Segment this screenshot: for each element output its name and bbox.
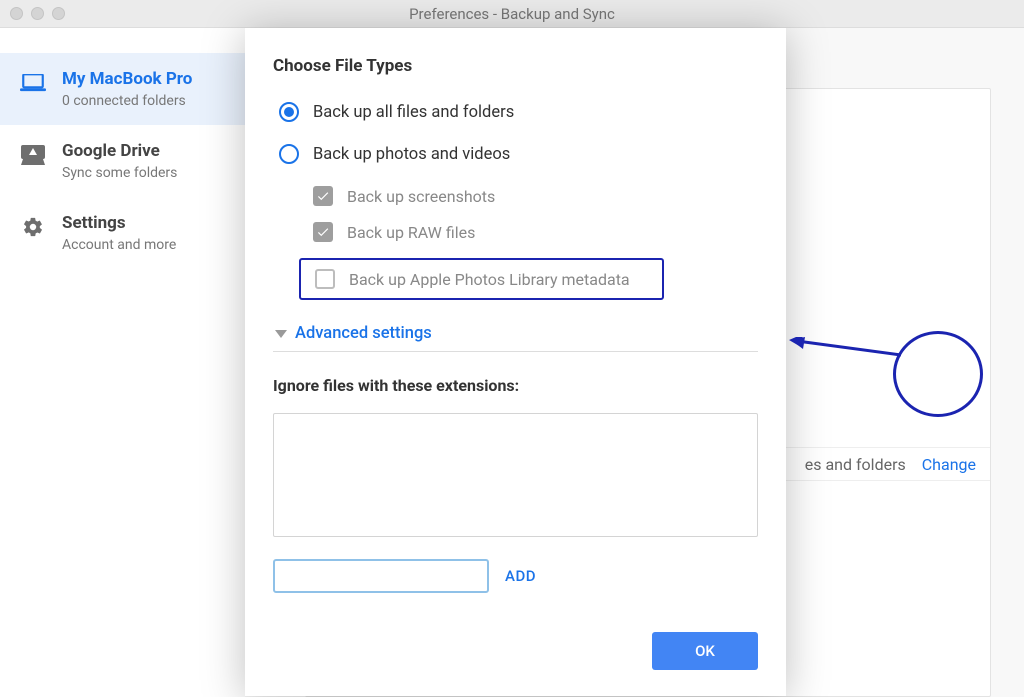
checkbox-label: Back up Apple Photos Library metadata <box>349 270 630 289</box>
folder-text-fragment: es and folders <box>805 455 906 474</box>
sidebar-item-title: Google Drive <box>62 141 177 161</box>
add-extension-row: ADD <box>273 559 758 593</box>
ignore-extensions-label: Ignore files with these extensions: <box>273 376 758 395</box>
radio-backup-all[interactable]: Back up all files and folders <box>273 102 758 122</box>
radio-label: Back up photos and videos <box>313 145 510 164</box>
dialog-heading: Choose File Types <box>273 56 758 76</box>
sidebar-item-google-drive[interactable]: Google Drive Sync some folders <box>0 125 245 197</box>
radio-backup-photos-videos[interactable]: Back up photos and videos <box>273 144 758 164</box>
sidebar: My MacBook Pro 0 connected folders Googl… <box>0 28 245 697</box>
radio-label: Back up all files and folders <box>313 103 514 122</box>
ok-button[interactable]: OK <box>652 632 758 670</box>
advanced-settings-toggle[interactable]: Advanced settings <box>273 316 758 352</box>
sidebar-item-subtitle: Sync some folders <box>62 165 177 181</box>
sidebar-item-title: My MacBook Pro <box>62 69 192 89</box>
laptop-icon <box>20 73 46 93</box>
radio-unselected-icon <box>279 144 299 164</box>
sidebar-item-subtitle: Account and more <box>62 237 176 253</box>
ignored-extensions-list[interactable] <box>273 413 758 537</box>
sidebar-item-my-macbook-pro[interactable]: My MacBook Pro 0 connected folders <box>0 53 245 125</box>
add-button[interactable]: ADD <box>505 567 536 585</box>
window-titlebar: Preferences - Backup and Sync <box>0 0 1024 28</box>
checkbox-backup-apple-photos-metadata[interactable]: Back up Apple Photos Library metadata <box>299 258 664 300</box>
checkbox-checked-icon <box>313 186 333 206</box>
gear-icon <box>20 217 46 237</box>
choose-file-types-dialog: Choose File Types Back up all files and … <box>245 28 786 696</box>
extension-input[interactable] <box>273 559 489 593</box>
sidebar-item-title: Settings <box>62 213 176 233</box>
advanced-settings-label: Advanced settings <box>295 324 432 343</box>
checkbox-checked-icon <box>313 222 333 242</box>
checkbox-label: Back up RAW files <box>347 223 475 242</box>
sidebar-item-subtitle: 0 connected folders <box>62 93 192 109</box>
checkbox-backup-screenshots[interactable]: Back up screenshots <box>313 186 758 206</box>
sidebar-item-settings[interactable]: Settings Account and more <box>0 197 245 269</box>
chevron-down-icon <box>275 330 287 338</box>
checkbox-backup-raw-files[interactable]: Back up RAW files <box>313 222 758 242</box>
checkbox-label: Back up screenshots <box>347 187 495 206</box>
checkbox-unchecked-icon <box>315 269 335 289</box>
window-title: Preferences - Backup and Sync <box>0 5 1024 23</box>
change-button[interactable]: Change <box>922 455 976 474</box>
drive-icon <box>20 145 46 165</box>
radio-selected-icon <box>279 102 299 122</box>
